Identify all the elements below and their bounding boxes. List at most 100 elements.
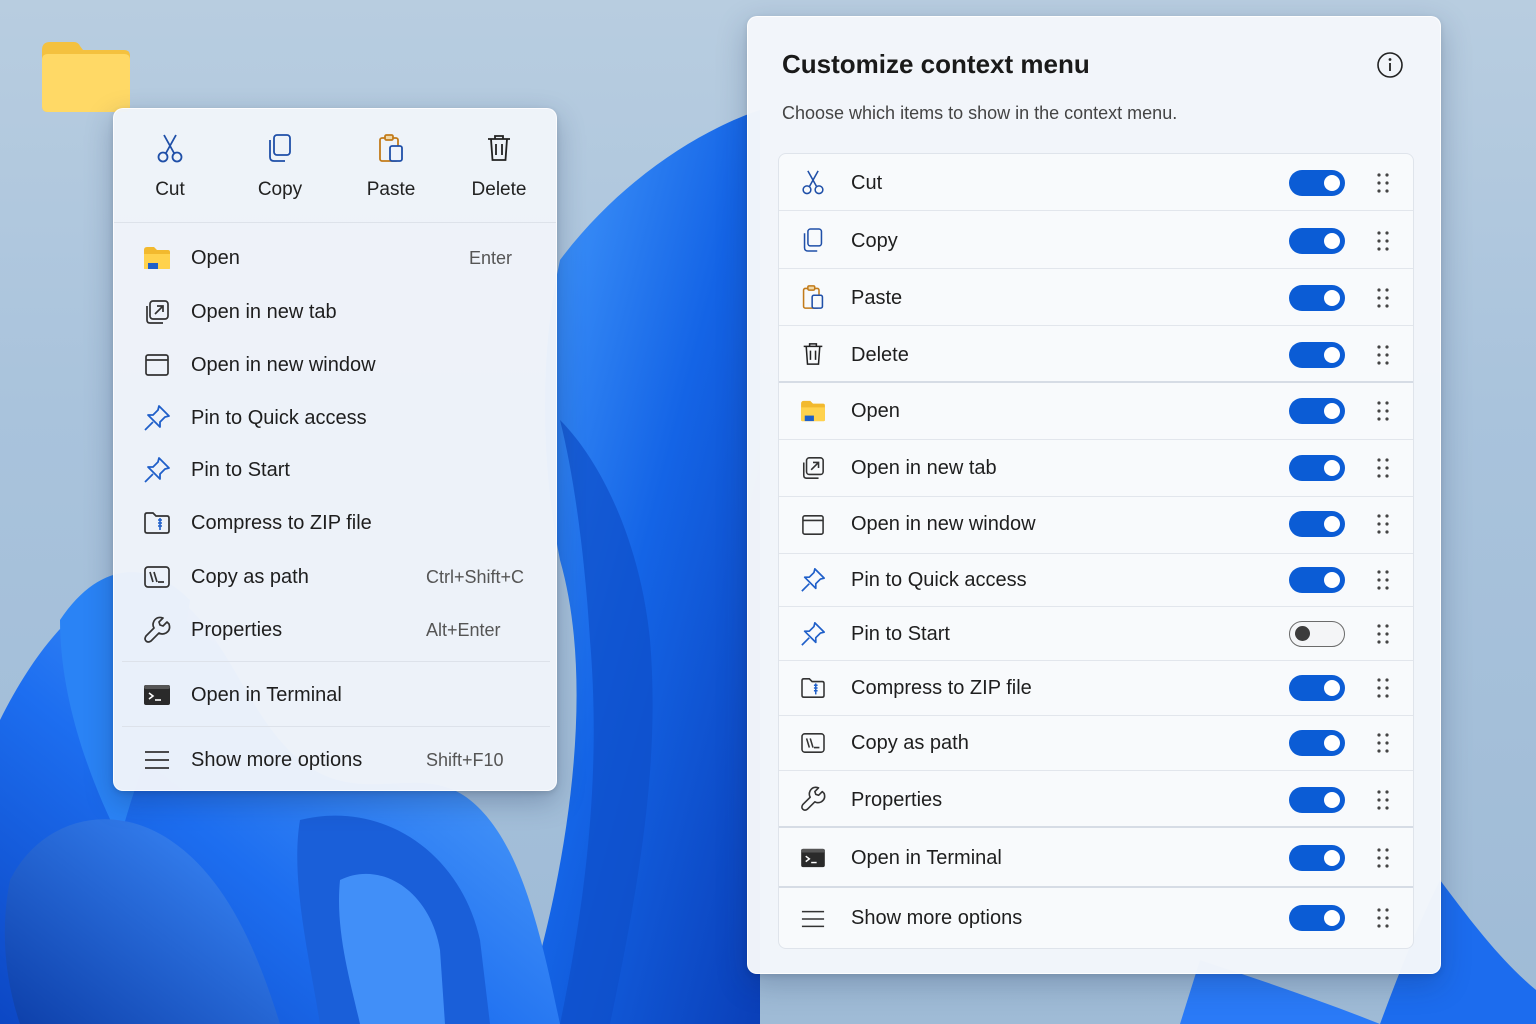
menu-item-open[interactable]: Open Enter	[122, 235, 550, 281]
item-label: Copy as path	[851, 732, 969, 754]
delete-button[interactable]: Delete	[449, 131, 549, 211]
item-label: Cut	[851, 172, 883, 194]
toggle-knob	[1324, 572, 1340, 588]
new-tab-icon	[799, 454, 827, 482]
toggle-switch[interactable]	[1289, 567, 1345, 593]
menu-item-label: Pin to Start	[191, 458, 290, 481]
toggle-switch[interactable]	[1289, 285, 1345, 311]
delete-label: Delete	[471, 179, 527, 200]
menu-icon	[142, 746, 172, 774]
window-icon	[142, 351, 172, 379]
cut-label: Cut	[155, 179, 185, 200]
toggle-knob	[1324, 516, 1340, 532]
menu-item-show-more-options[interactable]: Show more options Shift+F10	[122, 737, 550, 783]
toggle-switch[interactable]	[1289, 398, 1345, 424]
pin-icon	[142, 456, 172, 484]
folder-icon	[142, 244, 172, 272]
menu-item-open-in-new-tab[interactable]: Open in new tab	[122, 289, 550, 335]
menu-item-pin-to-quick-access[interactable]: Pin to Quick access	[122, 395, 550, 441]
wrench-icon	[799, 785, 827, 813]
shortcut-text: Ctrl+Shift+C	[426, 566, 525, 587]
cut-button[interactable]: Cut	[120, 131, 220, 211]
drag-handle-icon[interactable]	[1375, 172, 1391, 194]
trash-icon	[799, 340, 827, 368]
toggle-knob	[1324, 175, 1340, 191]
menu-separator	[122, 726, 550, 727]
copy-path-icon	[799, 729, 827, 757]
list-item: Compress to ZIP file	[779, 661, 1413, 716]
item-label: Copy	[851, 230, 898, 252]
toggle-knob	[1324, 460, 1340, 476]
toggle-knob	[1295, 626, 1310, 641]
drag-handle-icon[interactable]	[1375, 907, 1391, 929]
drag-handle-icon[interactable]	[1375, 457, 1391, 479]
new-tab-icon	[142, 298, 172, 326]
scissors-icon	[153, 131, 187, 165]
menu-item-label: Properties	[191, 618, 283, 641]
drag-handle-icon[interactable]	[1375, 287, 1391, 309]
drag-handle-icon[interactable]	[1375, 569, 1391, 591]
item-label: Pin to Quick access	[851, 569, 1027, 591]
drag-handle-icon[interactable]	[1375, 677, 1391, 699]
copy-button[interactable]: Copy	[230, 131, 330, 211]
quick-actions-bar: Cut Copy Paste Delete	[114, 109, 556, 223]
customize-panel: Customize context menu Choose which item…	[747, 16, 1441, 974]
toggle-knob	[1324, 347, 1340, 363]
menu-item-pin-to-start[interactable]: Pin to Start	[122, 447, 550, 493]
menu-item-label: Pin to Quick access	[191, 406, 367, 429]
toggle-switch[interactable]	[1289, 511, 1345, 537]
item-label: Delete	[851, 344, 909, 366]
zip-folder-icon	[142, 509, 172, 537]
toggle-knob	[1324, 680, 1340, 696]
menu-item-open-in-new-window[interactable]: Open in new window	[122, 342, 550, 388]
drag-handle-icon[interactable]	[1375, 732, 1391, 754]
shortcut-text: Shift+F10	[426, 749, 504, 770]
trash-icon	[482, 131, 516, 165]
drag-handle-icon[interactable]	[1375, 230, 1391, 252]
toggle-switch[interactable]	[1289, 845, 1345, 871]
item-label: Open in Terminal	[851, 847, 1002, 869]
toggle-switch[interactable]	[1289, 675, 1345, 701]
context-menu-items-list: Cut Copy Paste Delete Open Open in new t…	[778, 153, 1414, 949]
menu-item-label: Open in new window	[191, 353, 376, 376]
drag-handle-icon[interactable]	[1375, 789, 1391, 811]
drag-handle-icon[interactable]	[1375, 513, 1391, 535]
menu-item-compress-to-zip[interactable]: Compress to ZIP file	[122, 500, 550, 546]
item-label: Compress to ZIP file	[851, 677, 1032, 699]
item-label: Pin to Start	[851, 623, 950, 645]
toggle-switch[interactable]	[1289, 730, 1345, 756]
menu-item-properties[interactable]: Properties Alt+Enter	[122, 607, 550, 653]
item-label: Paste	[851, 287, 903, 309]
paste-button[interactable]: Paste	[341, 131, 441, 211]
menu-item-label: Open in Terminal	[191, 683, 342, 706]
menu-item-open-in-terminal[interactable]: Open in Terminal	[122, 672, 550, 718]
menu-separator	[122, 661, 550, 662]
drag-handle-icon[interactable]	[1375, 400, 1391, 422]
toggle-switch[interactable]	[1289, 228, 1345, 254]
paste-icon	[374, 131, 408, 165]
drag-handle-icon[interactable]	[1375, 847, 1391, 869]
list-item: Open in new tab	[779, 440, 1413, 497]
drag-handle-icon[interactable]	[1375, 623, 1391, 645]
menu-item-label: Copy as path	[191, 565, 309, 588]
toggle-switch[interactable]	[1289, 787, 1345, 813]
info-icon[interactable]	[1376, 51, 1404, 79]
shortcut-text: Enter	[469, 247, 513, 268]
zip-folder-icon	[799, 674, 827, 702]
menu-item-label: Open	[191, 246, 240, 269]
item-label: Open in new window	[851, 513, 1036, 535]
toggle-switch[interactable]	[1289, 455, 1345, 481]
toggle-switch[interactable]	[1289, 905, 1345, 931]
toggle-switch[interactable]	[1289, 621, 1345, 647]
drag-handle-icon[interactable]	[1375, 344, 1391, 366]
menu-item-copy-as-path[interactable]: Copy as path Ctrl+Shift+C	[122, 554, 550, 600]
toggle-switch[interactable]	[1289, 170, 1345, 196]
panel-subtitle: Choose which items to show in the contex…	[782, 103, 1178, 123]
folder-icon	[799, 397, 827, 425]
desktop-folder-icon[interactable]	[40, 40, 132, 114]
toggle-switch[interactable]	[1289, 342, 1345, 368]
copy-icon	[263, 131, 297, 165]
wrench-icon	[142, 616, 172, 644]
toggle-knob	[1324, 910, 1340, 926]
item-label: Open	[851, 400, 900, 422]
